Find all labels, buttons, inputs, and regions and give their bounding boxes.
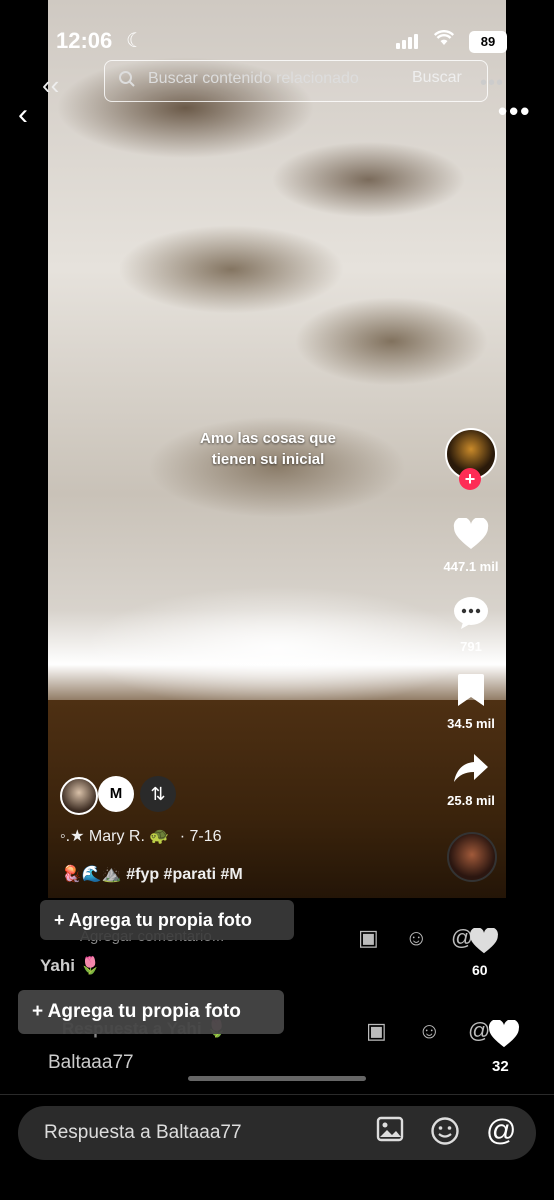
battery-indicator: 89 [469,31,507,53]
heart-icon[interactable] [484,1019,524,1055]
search-icon [118,70,136,93]
music-disc[interactable] [447,832,497,882]
comment-count: 791 [460,639,482,654]
moon-icon: ☾ [126,30,144,52]
hashtags[interactable]: 🪼🌊⛰️ #fyp #parati #M [62,864,243,884]
comment-author-baltaaa[interactable]: Baltaaa77 [48,1052,134,1074]
emoji-icon[interactable]: ☺ [418,1018,440,1044]
author-name[interactable]: ◦.★ Mary R. 🐢 [60,828,169,845]
add-photo-banner-2[interactable]: + Agrega tu propia foto [18,990,284,1034]
inner-more-icon[interactable]: ••• [480,72,504,95]
divider [0,1094,554,1095]
save-count: 34.5 mil [447,716,495,731]
post-date: · 7-16 [179,828,222,845]
like-button[interactable]: 447.1 mil [441,517,501,574]
comment-like-count: 60 [472,962,488,978]
image-icon[interactable] [376,1116,404,1149]
follow-button[interactable]: + [459,468,481,490]
image-icon[interactable]: ▣ [366,1018,387,1044]
video-caption: Amo las cosas que tienen su inicial [200,430,336,468]
share-icon [441,752,501,793]
search-button[interactable]: Buscar [412,69,462,87]
home-indicator [188,1076,366,1081]
reply-like-count: 32 [492,1058,509,1075]
share-button[interactable]: 25.8 mil [441,752,501,808]
heart-icon[interactable] [464,927,504,961]
like-count: 447.1 mil [443,559,499,574]
signal-icon [396,34,418,49]
add-photo-banner-1[interactable]: + Agrega tu propia foto [40,900,294,940]
m-badge[interactable]: M [98,776,134,812]
wifi-icon [433,30,455,51]
author-avatar[interactable] [60,777,98,815]
search-input[interactable] [146,69,400,89]
status-time: 12:06 [56,28,113,53]
more-icon[interactable]: ••• [498,96,531,127]
repost-icon[interactable]: ⇅ [140,776,176,812]
bookmark-button[interactable]: 34.5 mil [441,673,501,731]
comment-author-yahi[interactable]: Yahi 🌷 [40,956,101,976]
back-icon[interactable]: ‹ [18,98,28,132]
comment-button[interactable]: 791 [441,596,501,654]
emoji-icon[interactable]: ☺ [405,925,427,951]
emoji-icon[interactable] [430,1116,460,1153]
at-icon[interactable]: @ [486,1114,516,1148]
author-line[interactable]: ◦.★ Mary R. 🐢 · 7-16 [60,826,222,846]
image-icon[interactable]: ▣ [358,925,379,951]
inner-back-icon[interactable]: ‹‹ [42,70,59,101]
share-count: 25.8 mil [447,793,495,808]
reply-input[interactable] [42,1121,366,1145]
heart-icon [441,517,501,559]
bookmark-icon [441,673,501,716]
comment-icon [441,596,501,639]
